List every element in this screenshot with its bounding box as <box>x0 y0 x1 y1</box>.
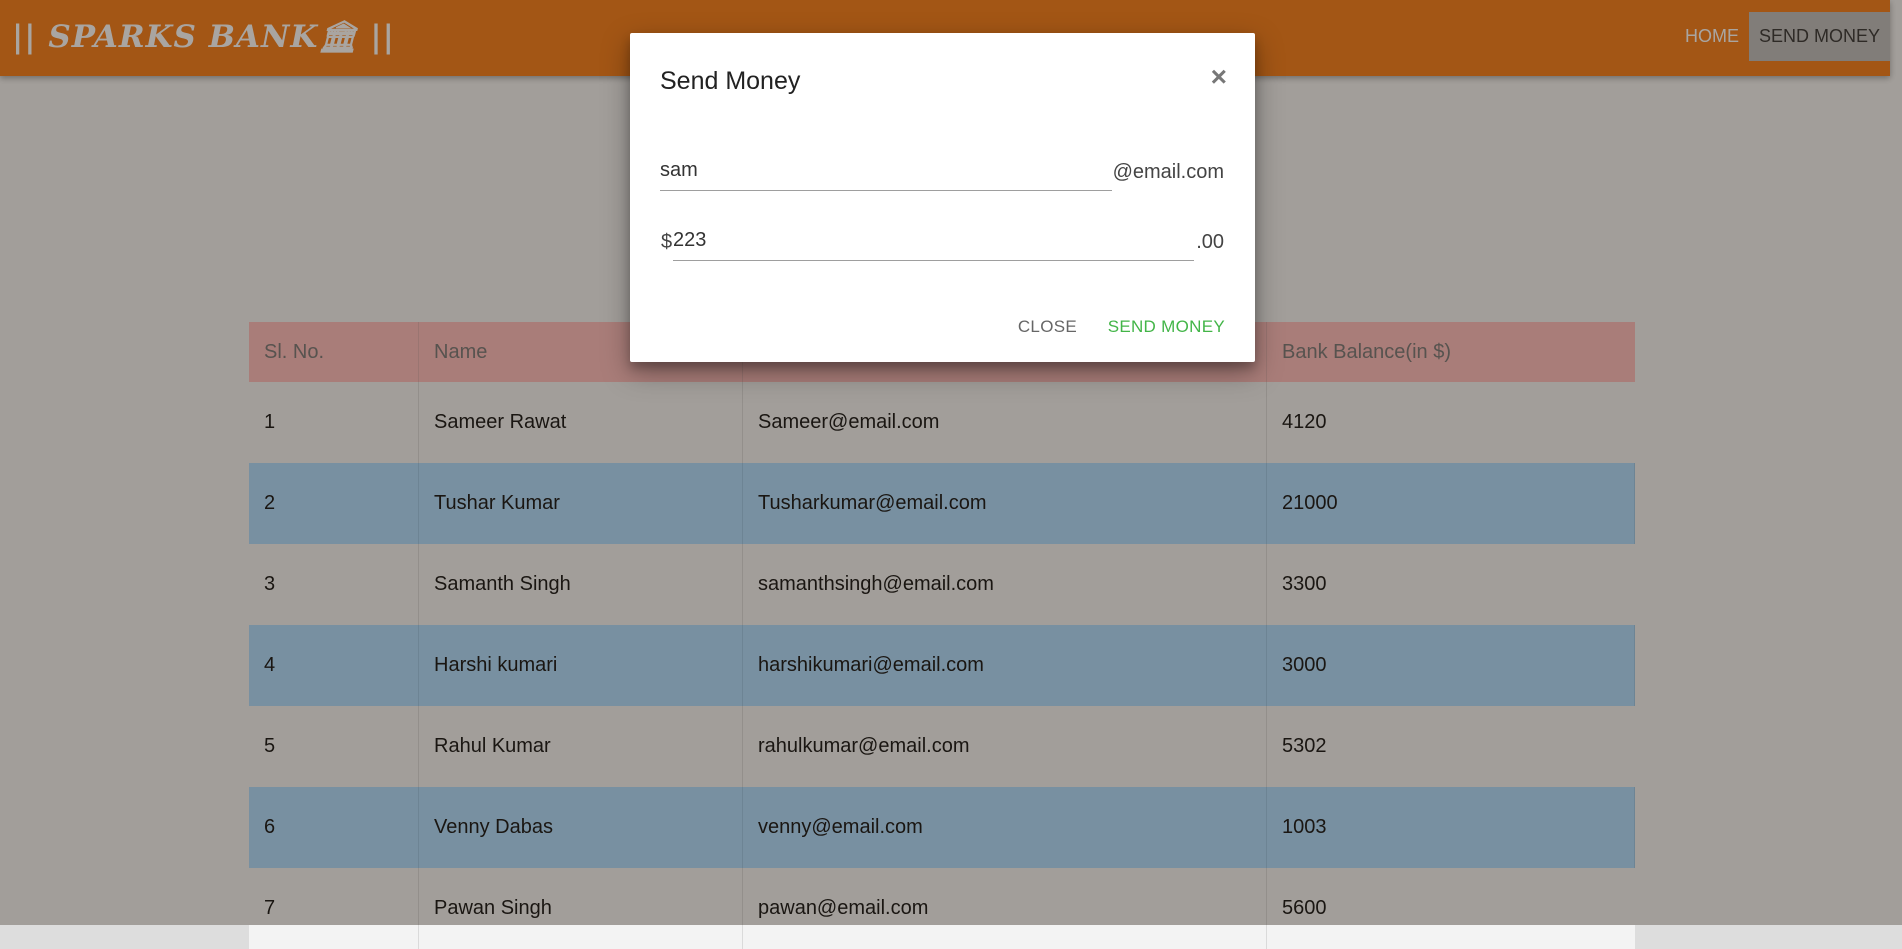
close-icon[interactable]: × <box>1211 63 1227 91</box>
close-button[interactable]: CLOSE <box>1018 317 1077 337</box>
amount-prefix: $ <box>661 231 673 253</box>
send-money-modal: Send Money × @email.com $ .00 CLOSE SEND… <box>630 33 1255 362</box>
recipient-email-input[interactable] <box>660 150 1112 191</box>
amount-decimal-suffix: .00 <box>1196 231 1224 253</box>
amount-input[interactable] <box>673 220 1194 261</box>
modal-title: Send Money <box>660 67 801 95</box>
email-domain-suffix: @email.com <box>1112 161 1224 183</box>
send-money-button[interactable]: SEND MONEY <box>1108 317 1225 337</box>
